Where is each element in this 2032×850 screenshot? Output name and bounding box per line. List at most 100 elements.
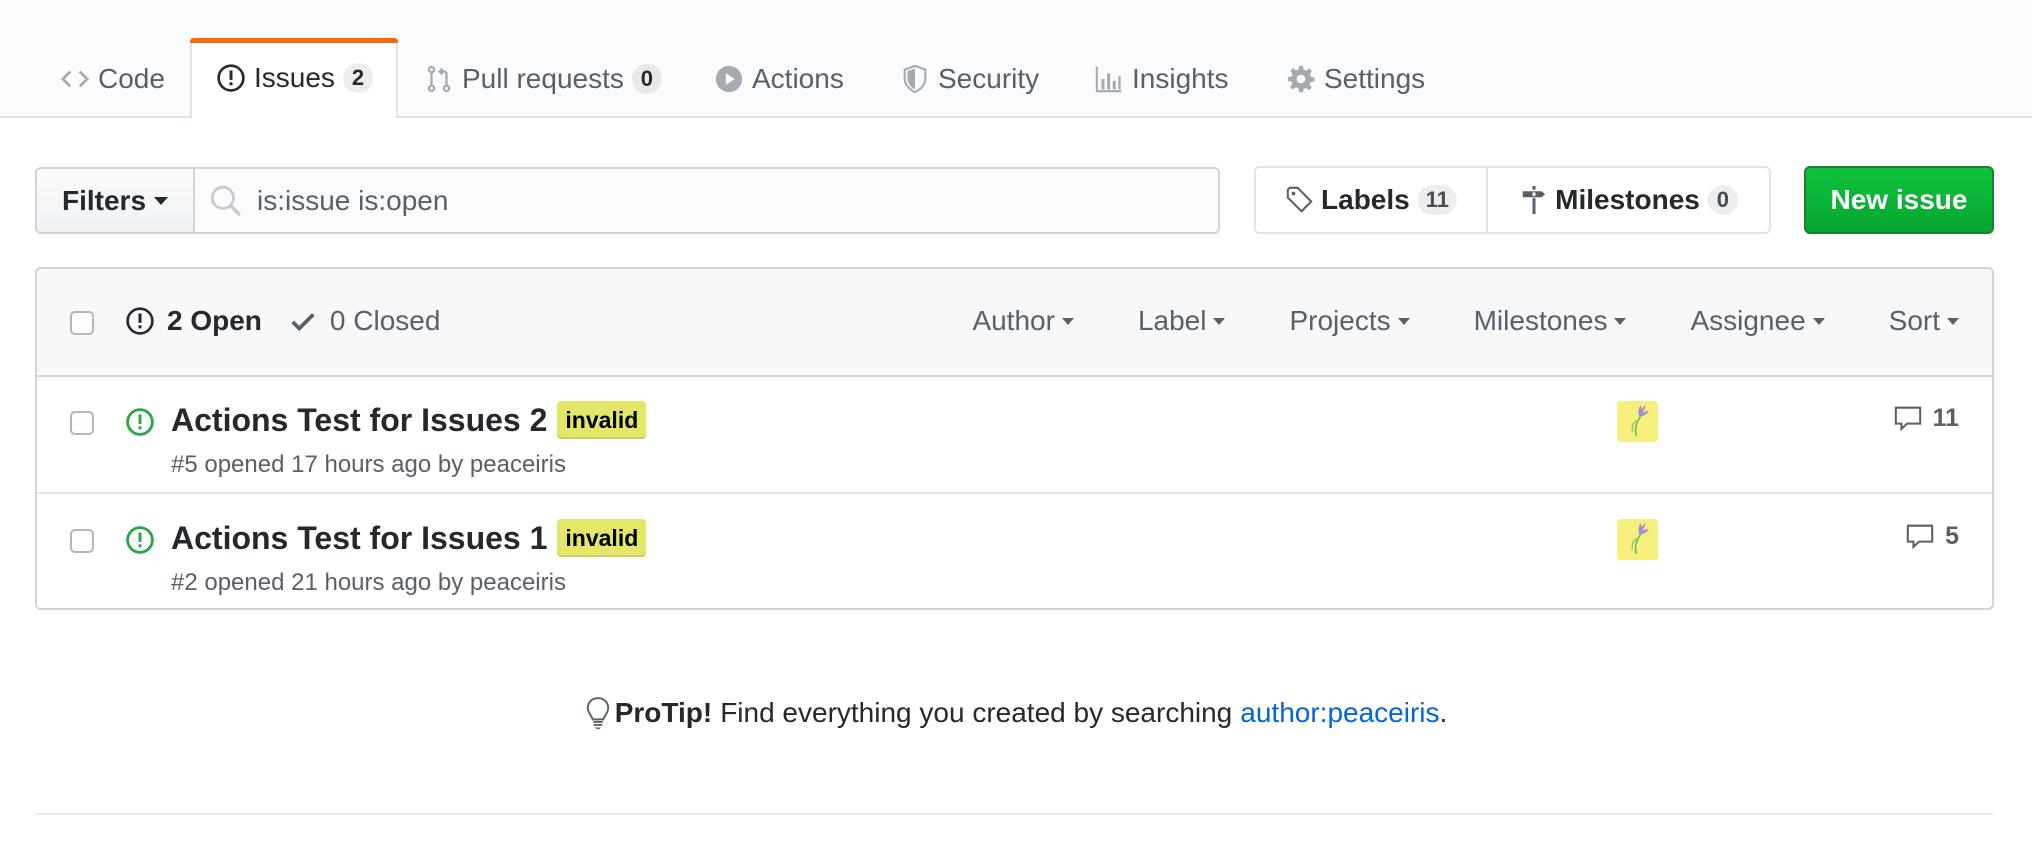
issue-title-link[interactable]: Actions Test for Issues 2 <box>171 402 547 439</box>
comment-count: 11 <box>1932 403 1959 432</box>
protip-text: Find everything you created by searching <box>720 697 1233 728</box>
chevron-down-icon <box>1061 317 1074 325</box>
tab-security[interactable]: Security <box>876 40 1063 118</box>
search-icon <box>210 185 242 216</box>
labels-link[interactable]: Labels 11 <box>1256 168 1488 232</box>
chevron-down-icon <box>1397 317 1410 325</box>
milestones-label: Milestones <box>1555 184 1700 215</box>
assignee-filter[interactable]: Assignee <box>1690 305 1825 337</box>
tab-pull-requests[interactable]: Pull requests 0 <box>400 40 686 118</box>
filter-label: Assignee <box>1690 305 1806 336</box>
issue-opened-icon <box>126 526 154 554</box>
comments-link[interactable]: 11 <box>1893 403 1959 433</box>
author-filter[interactable]: Author <box>972 305 1074 337</box>
chevron-down-icon <box>154 196 169 205</box>
filters-label: Filters <box>61 184 147 216</box>
tab-label: Issues <box>254 62 335 93</box>
issue-opened-icon <box>126 408 154 436</box>
tab-label: Code <box>98 63 165 94</box>
protip-trail: . <box>1439 697 1448 728</box>
issues-counter: 2 <box>342 63 373 93</box>
tab-insights[interactable]: Insights <box>1070 40 1253 118</box>
chevron-down-icon <box>1213 317 1226 325</box>
chevron-down-icon <box>1614 317 1627 325</box>
label-filter[interactable]: Label <box>1138 305 1226 337</box>
issue-title-line: Actions Test for Issues 2 invalid <box>171 401 647 439</box>
chevron-down-icon <box>1947 317 1959 325</box>
filter-label: Milestones <box>1473 305 1608 336</box>
labels-label: Labels <box>1321 184 1410 215</box>
issue-opened-icon <box>216 63 246 93</box>
graph-icon <box>1094 64 1124 94</box>
issue-title-link[interactable]: Actions Test for Issues 1 <box>171 520 547 557</box>
issue-meta: #5 opened 17 hours ago by peaceiris <box>171 451 566 478</box>
filters-dropdown-button[interactable]: Filters <box>35 167 193 234</box>
tab-label: Settings <box>1324 63 1426 94</box>
sort-filter[interactable]: Sort <box>1889 305 1959 337</box>
code-icon <box>60 64 90 94</box>
new-issue-button[interactable]: New issue <box>1804 166 1994 234</box>
tab-label: Pull requests <box>462 63 624 94</box>
open-count-label: 2 Open <box>167 305 262 336</box>
issue-row: Actions Test for Issues 1 invalid #2 ope… <box>37 495 1992 608</box>
footer-divider <box>35 813 1994 815</box>
issue-search <box>193 167 1220 234</box>
flower-avatar-image <box>1617 519 1658 560</box>
projects-filter[interactable]: Projects <box>1289 305 1410 337</box>
protip: ProTip! Find everything you created by s… <box>0 696 2032 730</box>
comment-count: 5 <box>1945 521 1959 550</box>
issue-checkbox[interactable] <box>70 529 94 553</box>
issue-meta: #2 opened 21 hours ago by peaceiris <box>171 569 566 596</box>
issue-label[interactable]: invalid <box>557 519 647 557</box>
comment-icon <box>1893 403 1923 433</box>
shield-icon <box>900 64 930 94</box>
milestone-icon <box>1519 185 1549 215</box>
author-search-link[interactable]: author:peaceiris <box>1240 697 1439 729</box>
filter-label: Label <box>1137 305 1207 336</box>
protip-lead: ProTip! <box>614 697 713 728</box>
search-input[interactable] <box>257 169 1218 232</box>
issue-row: Actions Test for Issues 2 invalid #5 ope… <box>37 377 1992 494</box>
milestones-filter[interactable]: Milestones <box>1474 305 1627 337</box>
milestones-link[interactable]: Milestones 0 <box>1488 168 1769 232</box>
tab-actions[interactable]: Actions <box>690 40 868 118</box>
issue-list-filters: Author Label Projects Milestones Assigne… <box>908 305 1959 337</box>
filter-label: Author <box>972 305 1055 336</box>
pulls-counter: 0 <box>631 64 662 94</box>
tab-label: Security <box>938 63 1040 94</box>
light-bulb-icon <box>585 696 611 730</box>
chevron-down-icon <box>1812 317 1825 325</box>
repo-nav: Code Issues 2 Pull requests 0 Actions Se… <box>0 0 2032 118</box>
filter-label: Sort <box>1888 305 1940 336</box>
tab-label: Insights <box>1132 63 1229 94</box>
issue-opened-icon <box>125 306 155 336</box>
issue-label[interactable]: invalid <box>557 401 647 439</box>
tab-settings[interactable]: Settings <box>1262 40 1449 118</box>
flower-avatar-image <box>1617 401 1658 442</box>
labels-counter: 11 <box>1417 185 1457 215</box>
git-pull-request-icon <box>424 64 454 94</box>
milestones-counter: 0 <box>1707 185 1738 215</box>
play-icon <box>714 64 744 94</box>
issue-title-line: Actions Test for Issues 1 invalid <box>171 519 647 557</box>
filter-label: Projects <box>1289 305 1391 336</box>
tag-icon <box>1285 185 1315 215</box>
labels-milestones-nav: Labels 11 Milestones 0 <box>1254 166 1771 234</box>
comments-link[interactable]: 5 <box>1905 521 1959 551</box>
issue-checkbox[interactable] <box>70 411 94 435</box>
tab-issues[interactable]: Issues 2 <box>190 38 398 118</box>
gear-icon <box>1286 64 1316 94</box>
issues-list: 2 Open 0 Closed Author Label Projects Mi… <box>35 267 1994 610</box>
assignee-avatar[interactable] <box>1617 401 1658 442</box>
tab-code[interactable]: Code <box>36 40 189 118</box>
issue-states: 2 Open 0 Closed <box>125 305 466 337</box>
comment-icon <box>1905 521 1935 551</box>
check-icon <box>288 306 318 336</box>
closed-count-label: 0 Closed <box>329 305 441 336</box>
closed-issues-link[interactable]: 0 Closed <box>288 305 441 337</box>
issues-list-header: 2 Open 0 Closed Author Label Projects Mi… <box>37 269 1992 377</box>
open-issues-link[interactable]: 2 Open <box>125 305 262 337</box>
select-all-checkbox[interactable] <box>70 311 94 335</box>
tab-label: Actions <box>752 63 844 94</box>
assignee-avatar[interactable] <box>1617 519 1658 560</box>
